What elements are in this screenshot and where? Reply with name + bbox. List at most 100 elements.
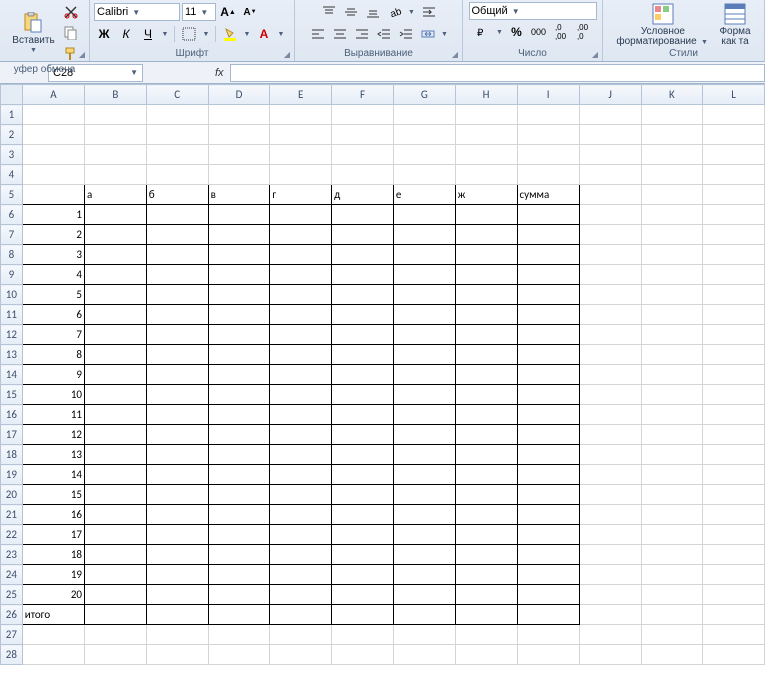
cell[interactable]: д xyxy=(332,185,394,205)
cell[interactable] xyxy=(85,565,147,585)
row-header[interactable]: 23 xyxy=(1,545,23,565)
italic-button[interactable]: К xyxy=(116,24,136,44)
cell[interactable] xyxy=(703,525,765,545)
cell[interactable]: итого xyxy=(22,605,84,625)
cell[interactable] xyxy=(703,285,765,305)
row-header[interactable]: 2 xyxy=(1,125,23,145)
cell[interactable] xyxy=(208,425,270,445)
cell[interactable] xyxy=(703,325,765,345)
cell[interactable]: 19 xyxy=(22,565,84,585)
fx-icon[interactable]: fx xyxy=(215,67,224,79)
cell[interactable] xyxy=(641,125,703,145)
column-header[interactable]: A xyxy=(22,85,84,105)
row-header[interactable]: 5 xyxy=(1,185,23,205)
cell[interactable] xyxy=(332,385,394,405)
cell[interactable] xyxy=(270,625,332,645)
cell[interactable] xyxy=(517,365,579,385)
cell[interactable] xyxy=(579,265,641,285)
cell[interactable] xyxy=(146,365,208,385)
align-middle-button[interactable] xyxy=(341,2,361,22)
cell[interactable] xyxy=(641,105,703,125)
cell[interactable] xyxy=(641,405,703,425)
cell[interactable] xyxy=(641,165,703,185)
dialog-launcher-icon[interactable]: ◢ xyxy=(282,49,292,59)
cell[interactable] xyxy=(332,345,394,365)
row-header[interactable]: 25 xyxy=(1,585,23,605)
cell[interactable] xyxy=(270,645,332,665)
cell[interactable] xyxy=(85,365,147,385)
decrease-font-button[interactable]: A▼ xyxy=(240,2,260,22)
cell[interactable] xyxy=(703,465,765,485)
cell[interactable] xyxy=(455,145,517,165)
cell[interactable] xyxy=(22,625,84,645)
cell[interactable] xyxy=(208,345,270,365)
cell[interactable] xyxy=(332,225,394,245)
cell[interactable] xyxy=(270,325,332,345)
row-header[interactable]: 10 xyxy=(1,285,23,305)
cell[interactable] xyxy=(641,505,703,525)
cell[interactable] xyxy=(146,485,208,505)
cell[interactable] xyxy=(208,285,270,305)
cell[interactable] xyxy=(146,505,208,525)
cell[interactable] xyxy=(517,105,579,125)
cell[interactable] xyxy=(270,345,332,365)
cell[interactable] xyxy=(146,225,208,245)
row-header[interactable]: 22 xyxy=(1,525,23,545)
cell[interactable] xyxy=(85,105,147,125)
row-header[interactable]: 27 xyxy=(1,625,23,645)
cell[interactable] xyxy=(641,385,703,405)
cell[interactable] xyxy=(641,645,703,665)
align-center-button[interactable] xyxy=(330,24,350,44)
cell[interactable] xyxy=(332,525,394,545)
cell[interactable] xyxy=(85,625,147,645)
cell[interactable] xyxy=(579,365,641,385)
cell[interactable] xyxy=(85,425,147,445)
cell[interactable] xyxy=(703,405,765,425)
increase-decimal-button[interactable]: ,0,00 xyxy=(551,22,571,42)
cell[interactable] xyxy=(455,345,517,365)
cell[interactable] xyxy=(332,645,394,665)
cell[interactable] xyxy=(641,205,703,225)
chevron-down-icon[interactable]: ▼ xyxy=(160,31,170,38)
cell[interactable] xyxy=(208,625,270,645)
cell[interactable] xyxy=(455,505,517,525)
cell[interactable] xyxy=(517,565,579,585)
cell[interactable] xyxy=(455,485,517,505)
cell[interactable] xyxy=(703,305,765,325)
cell[interactable] xyxy=(703,565,765,585)
border-button[interactable] xyxy=(179,24,199,44)
cell[interactable] xyxy=(332,445,394,465)
cell[interactable] xyxy=(703,385,765,405)
cell[interactable] xyxy=(332,205,394,225)
cell[interactable] xyxy=(579,385,641,405)
cell[interactable] xyxy=(332,405,394,425)
cell[interactable] xyxy=(703,265,765,285)
cell[interactable] xyxy=(703,605,765,625)
cell[interactable] xyxy=(641,225,703,245)
cell[interactable] xyxy=(208,545,270,565)
cell[interactable] xyxy=(455,105,517,125)
cell[interactable] xyxy=(332,365,394,385)
cell[interactable] xyxy=(455,365,517,385)
cell[interactable] xyxy=(208,145,270,165)
cell[interactable] xyxy=(579,505,641,525)
cell[interactable] xyxy=(455,205,517,225)
cell[interactable] xyxy=(208,525,270,545)
cell[interactable] xyxy=(641,145,703,165)
cell[interactable] xyxy=(579,645,641,665)
cell[interactable] xyxy=(393,485,455,505)
cell[interactable] xyxy=(455,405,517,425)
decrease-decimal-button[interactable]: ,00,0 xyxy=(573,22,593,42)
row-header[interactable]: 20 xyxy=(1,485,23,505)
cell[interactable] xyxy=(641,345,703,365)
cell[interactable] xyxy=(703,225,765,245)
cell[interactable] xyxy=(517,145,579,165)
cell[interactable] xyxy=(146,585,208,605)
column-header[interactable]: F xyxy=(332,85,394,105)
cell[interactable] xyxy=(641,265,703,285)
cell[interactable]: б xyxy=(146,185,208,205)
cell[interactable] xyxy=(455,525,517,545)
cell[interactable] xyxy=(517,545,579,565)
cell[interactable]: ж xyxy=(455,185,517,205)
column-header[interactable]: E xyxy=(270,85,332,105)
